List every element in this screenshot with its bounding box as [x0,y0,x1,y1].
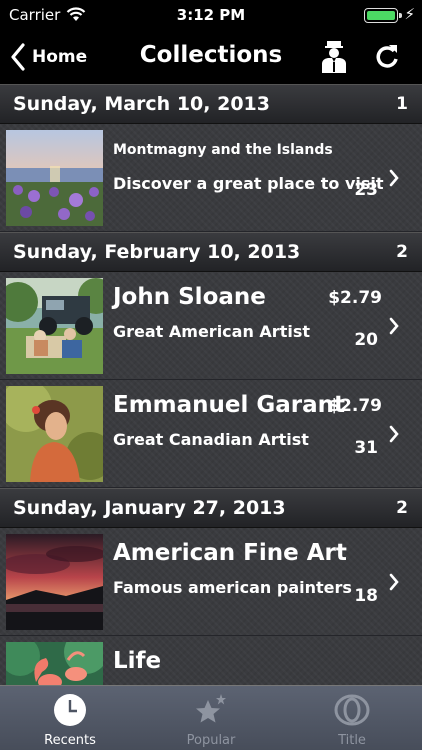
section-header: Sunday, February 10, 2013 2 [0,232,422,272]
collection-subtitle: Great Canadian Artist [113,430,309,449]
collection-title: John Sloane [113,284,266,310]
clock-icon [54,694,86,726]
tab-recents[interactable]: Recents [0,686,140,750]
status-time: 3:12 PM [176,6,246,24]
section-date: Sunday, March 10, 2013 [13,93,270,115]
collection-subtitle: Discover a great place to visit [113,174,384,193]
section-header: Sunday, March 10, 2013 1 [0,84,422,124]
section-header: Sunday, January 27, 2013 2 [0,488,422,528]
item-count: 20 [354,330,378,350]
list-item-montmagny[interactable]: Montmagny and the Islands Discover a gre… [0,124,422,232]
tab-title[interactable]: Title [282,686,422,750]
chevron-right-icon [389,317,399,335]
price-label[interactable]: $2.79 [328,396,382,416]
collection-thumbnail [6,278,103,374]
eye-icon [334,694,370,726]
item-count: 18 [354,586,378,606]
chevron-right-icon [389,573,399,591]
back-label: Home [32,47,88,67]
collection-thumbnail [6,130,103,226]
collection-title: Montmagny and the Islands [113,142,333,158]
battery-icon [364,8,402,23]
section-count: 1 [396,94,408,114]
tab-popular[interactable]: Popular [141,686,281,750]
collection-thumbnail [6,642,103,685]
collection-thumbnail [6,534,103,630]
collection-title: Life [113,648,162,674]
section-date: Sunday, February 10, 2013 [13,241,301,263]
collection-thumbnail [6,386,103,482]
list-item-life[interactable]: Life [0,636,422,685]
back-button[interactable]: Home [10,40,87,74]
collection-title: American Fine Art [113,540,347,566]
chevron-left-icon [11,43,25,71]
collection-title: Emmanuel Garant [113,392,346,418]
section-count: 2 [396,498,408,518]
price-label[interactable]: $2.79 [328,288,382,308]
refresh-icon[interactable] [372,42,402,72]
concierge-icon[interactable] [318,40,350,74]
item-count: 31 [354,438,378,458]
tab-label: Recents [44,733,96,748]
tab-label: Title [338,733,366,748]
tab-bar: Recents Popular Title [0,685,422,750]
item-count: 23 [354,180,378,200]
list-item-john-sloane[interactable]: John Sloane $2.79 Great American Artist … [0,272,422,380]
list-item-emmanuel-garant[interactable]: Emmanuel Garant $2.79 Great Canadian Art… [0,380,422,488]
status-bar: Carrier 3:12 PM ⚡ [0,0,422,30]
chevron-right-icon [389,425,399,443]
chevron-right-icon [389,169,399,187]
list-item-american-fine-art[interactable]: American Fine Art Famous american painte… [0,528,422,636]
collection-subtitle: Famous american painters [113,578,352,597]
collections-list[interactable]: Sunday, March 10, 2013 1 Montmagny and t… [0,84,422,685]
charging-icon: ⚡ [404,5,415,23]
star-icon [196,694,226,723]
tab-label: Popular [186,733,236,748]
navigation-bar: Home Collections [0,30,422,84]
collection-subtitle: Great American Artist [113,322,310,341]
section-count: 2 [396,242,408,262]
section-date: Sunday, January 27, 2013 [13,497,286,519]
